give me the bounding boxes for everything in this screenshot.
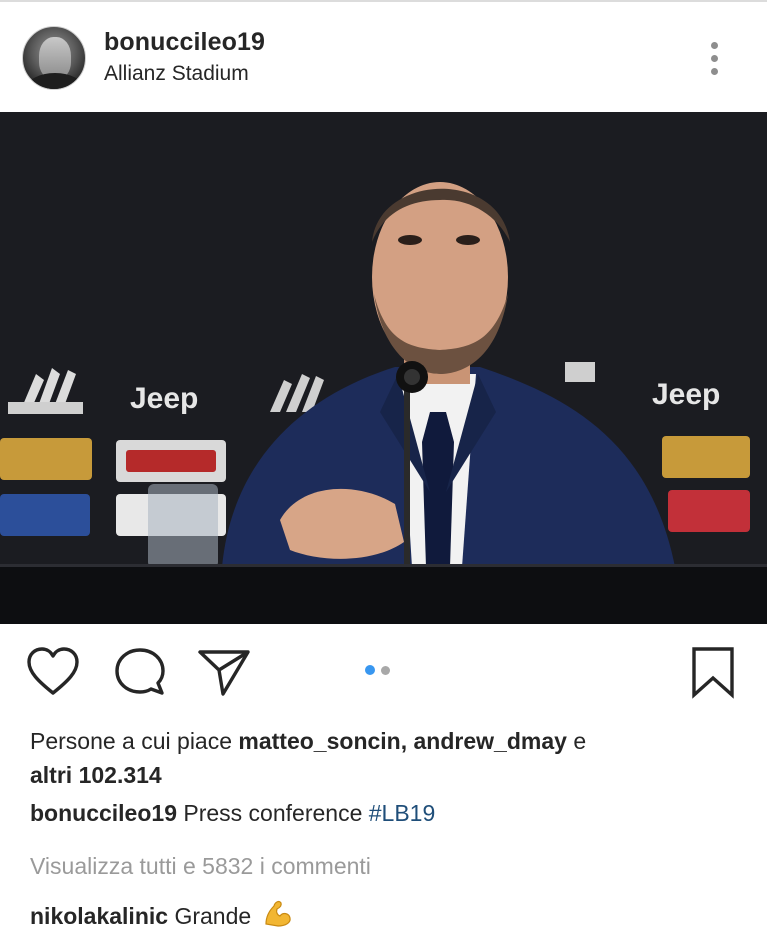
post-caption: bonuccileo19 Press conference #LB19: [30, 800, 435, 827]
comment-row: nikolakalinic Grande: [30, 898, 292, 930]
carousel-dot-active: [365, 665, 375, 675]
comment-username[interactable]: nikolakalinic: [30, 903, 168, 929]
caption-username[interactable]: bonuccileo19: [30, 800, 177, 826]
caption-text: Press conference: [183, 800, 363, 826]
post-username[interactable]: bonuccileo19: [104, 28, 265, 57]
more-vertical-icon[interactable]: [700, 38, 730, 78]
comment-bubble-icon[interactable]: [113, 646, 167, 700]
view-all-comments-link[interactable]: Visualizza tutti e 5832 i commenti: [30, 853, 371, 880]
carousel-indicator: [365, 665, 405, 677]
sponsor-jeep-right: Jeep: [652, 378, 720, 411]
likes-conj: e: [573, 728, 587, 754]
caption-hashtag[interactable]: #LB19: [369, 800, 436, 826]
sponsor-jeep-left: Jeep: [130, 382, 198, 415]
liker-1[interactable]: matteo_soncin,: [238, 728, 407, 754]
paper-plane-icon[interactable]: [197, 646, 251, 700]
flexed-biceps-emoji: [264, 900, 291, 927]
liker-2[interactable]: andrew_dmay: [414, 728, 567, 754]
likes-others[interactable]: altri 102.314: [30, 762, 162, 788]
heart-icon[interactable]: [26, 646, 80, 700]
avatar[interactable]: [22, 26, 86, 90]
likes-prefix: Persone a cui piace: [30, 728, 233, 754]
post-location[interactable]: Allianz Stadium: [104, 62, 249, 86]
post-photo[interactable]: Jeep Jeep: [0, 112, 767, 624]
post-header: bonuccileo19 Allianz Stadium: [0, 2, 767, 112]
likes-summary[interactable]: Persone a cui piace matteo_soncin, andre…: [30, 724, 750, 792]
comment-text: Grande: [174, 903, 252, 929]
bookmark-icon[interactable]: [686, 646, 740, 700]
carousel-dot: [381, 666, 390, 675]
